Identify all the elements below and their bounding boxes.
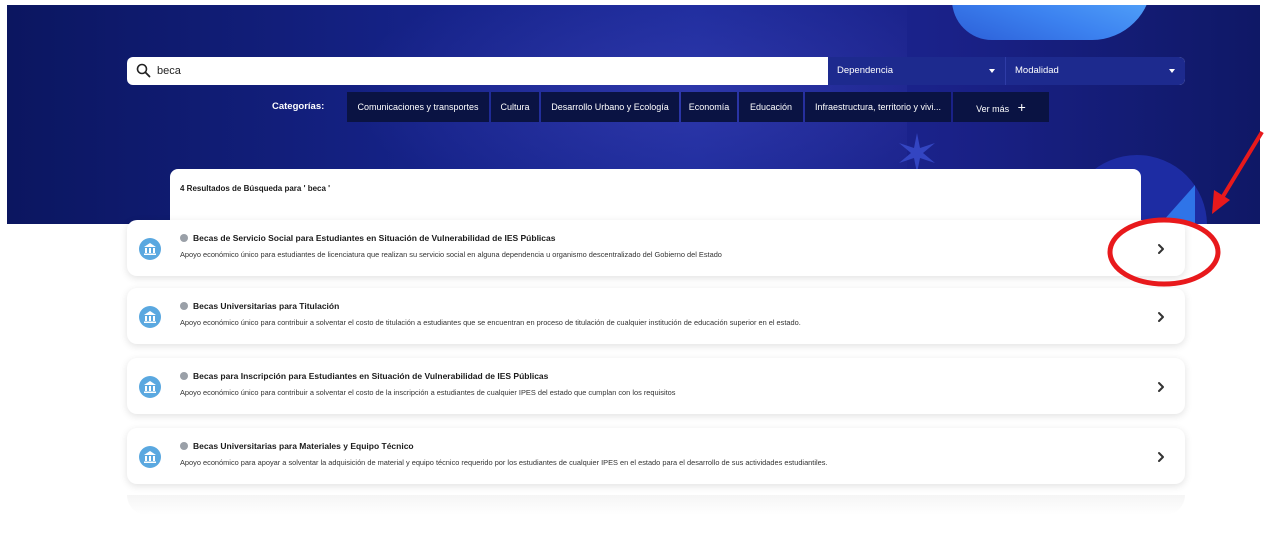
category-chip-desarrollo-urbano[interactable]: Desarrollo Urbano y Ecología — [541, 92, 679, 122]
info-icon — [180, 302, 188, 310]
result-title[interactable]: Becas Universitarias para Titulación — [193, 301, 339, 311]
info-icon — [180, 442, 188, 450]
result-description: Apoyo económico único para estudiantes d… — [180, 250, 722, 259]
chevron-right-icon[interactable] — [1154, 242, 1168, 256]
result-card[interactable]: Becas para Inscripción para Estudiantes … — [127, 358, 1185, 414]
building-icon — [139, 238, 161, 260]
caret-down-icon — [989, 69, 995, 73]
chevron-right-icon[interactable] — [1154, 450, 1168, 464]
hero-decoration-triangle — [1155, 185, 1195, 224]
category-chip-cultura[interactable]: Cultura — [491, 92, 539, 122]
dependencia-select-label: Dependencia — [837, 65, 893, 76]
chevron-right-icon[interactable] — [1154, 380, 1168, 394]
category-chip-economia[interactable]: Economía — [681, 92, 737, 122]
result-description: Apoyo económico para apoyar a solventar … — [180, 458, 828, 467]
result-description: Apoyo económico único para contribuir a … — [180, 318, 801, 327]
chevron-right-icon[interactable] — [1154, 310, 1168, 324]
search-bar: Dependencia Modalidad — [127, 57, 1185, 85]
plus-icon: + — [1017, 99, 1026, 115]
result-title[interactable]: Becas Universitarias para Materiales y E… — [193, 441, 414, 451]
search-icon[interactable] — [136, 63, 151, 78]
result-description: Apoyo económico único para contribuir a … — [180, 388, 676, 397]
building-icon — [139, 446, 161, 468]
category-chip-educacion[interactable]: Educación — [739, 92, 803, 122]
search-input[interactable] — [157, 61, 847, 81]
dependencia-select[interactable]: Dependencia — [828, 57, 1005, 85]
category-chip-infraestructura[interactable]: Infraestructura, territorio y vivi... — [805, 92, 951, 122]
bottom-shadow — [127, 495, 1185, 515]
ver-mas-label: Ver más — [976, 104, 1010, 114]
results-count-text: 4 Resultados de Búsqueda para ' beca ' — [180, 184, 331, 193]
result-card[interactable]: Becas Universitarias para Materiales y E… — [127, 428, 1185, 484]
modalidad-select-label: Modalidad — [1015, 65, 1059, 76]
result-card[interactable]: Becas de Servicio Social para Estudiante… — [127, 220, 1185, 276]
modalidad-select[interactable]: Modalidad — [1005, 57, 1185, 85]
result-card[interactable]: Becas Universitarias para Titulación Apo… — [127, 288, 1185, 344]
category-chip-comunicaciones[interactable]: Comunicaciones y transportes — [347, 92, 489, 122]
hero-decoration-blob — [952, 5, 1152, 40]
caret-down-icon — [1169, 69, 1175, 73]
info-icon — [180, 234, 188, 242]
categories-label: Categorías: — [272, 101, 325, 112]
building-icon — [139, 306, 161, 328]
result-title[interactable]: Becas de Servicio Social para Estudiante… — [193, 233, 555, 243]
building-icon — [139, 376, 161, 398]
ver-mas-button[interactable]: Ver más + — [953, 92, 1049, 122]
star-decoration-icon — [899, 133, 935, 173]
info-icon — [180, 372, 188, 380]
result-title[interactable]: Becas para Inscripción para Estudiantes … — [193, 371, 548, 381]
page: Dependencia Modalidad Categorías: Comuni… — [0, 0, 1265, 540]
